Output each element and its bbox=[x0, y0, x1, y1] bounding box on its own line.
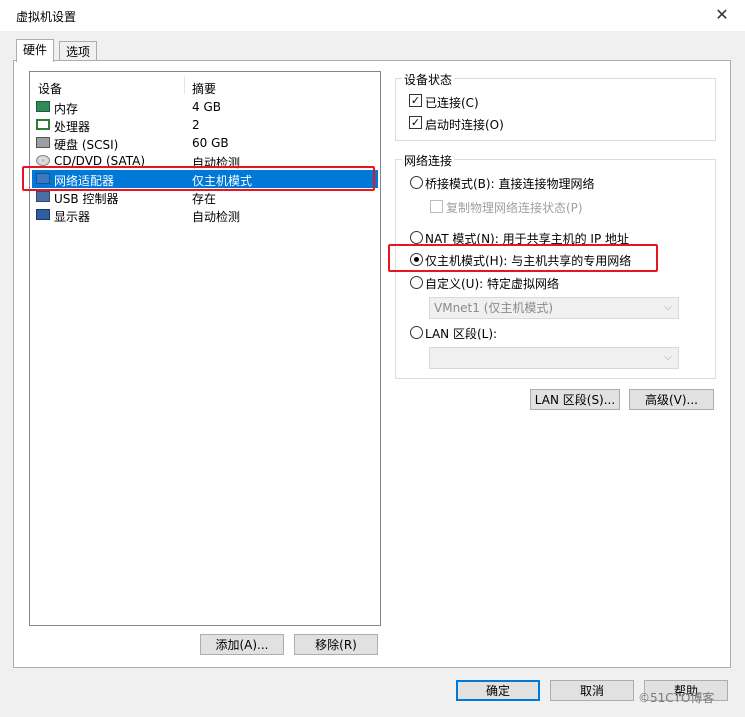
remove-button[interactable]: 移除(R) bbox=[294, 634, 378, 655]
connect-at-power-on-checkbox[interactable]: ✓ bbox=[409, 116, 422, 129]
device-summary: 自动检测 bbox=[192, 210, 241, 224]
add-button[interactable]: 添加(A)... bbox=[200, 634, 284, 655]
device-name: 内存 bbox=[54, 102, 79, 116]
replicate-state-label[interactable]: 复制物理网络连接状态(P) bbox=[446, 199, 583, 216]
window-title: 虚拟机设置 bbox=[16, 10, 77, 24]
connected-checkbox[interactable]: ✓ bbox=[409, 94, 422, 107]
lan-segment-label[interactable]: LAN 区段(L): bbox=[425, 325, 497, 342]
custom-radio[interactable] bbox=[410, 276, 423, 289]
lan-segment-select[interactable]: ⌵ bbox=[429, 347, 679, 369]
device-summary: 2 bbox=[192, 118, 200, 132]
network-connection-title: 网络连接 bbox=[402, 152, 455, 169]
tab-hardware[interactable]: 硬件 bbox=[16, 39, 55, 62]
device-status-title: 设备状态 bbox=[402, 71, 455, 88]
monitor-icon bbox=[36, 209, 50, 220]
tab-options[interactable]: 选项 bbox=[59, 41, 98, 62]
processor-icon bbox=[36, 119, 50, 130]
device-row-hard-disk[interactable]: 硬盘 (SCSI) 60 GB bbox=[32, 134, 378, 152]
lan-segment-radio[interactable] bbox=[410, 326, 423, 339]
device-column-header[interactable]: 设备 bbox=[38, 80, 62, 97]
device-summary: 60 GB bbox=[192, 136, 229, 150]
device-row-memory[interactable]: 内存 4 GB bbox=[32, 98, 378, 116]
device-name: 硬盘 (SCSI) bbox=[54, 138, 119, 152]
custom-label[interactable]: 自定义(U): 特定虚拟网络 bbox=[425, 275, 559, 292]
device-list[interactable]: 设备 摘要 内存 4 GB 处理器 2 硬盘 (SCSI) 60 GB CD/D… bbox=[29, 71, 381, 626]
bridged-label[interactable]: 桥接模式(B): 直接连接物理网络 bbox=[425, 175, 594, 192]
connected-label[interactable]: 已连接(C) bbox=[425, 94, 479, 111]
device-name: 显示器 bbox=[54, 210, 91, 224]
custom-network-value: VMnet1 (仅主机模式) bbox=[434, 301, 554, 315]
device-row-display[interactable]: 显示器 自动检测 bbox=[32, 206, 378, 224]
device-row-processor[interactable]: 处理器 2 bbox=[32, 116, 378, 134]
usb-icon bbox=[36, 191, 50, 202]
replicate-state-checkbox[interactable] bbox=[430, 200, 443, 213]
chevron-down-icon: ⌵ bbox=[664, 352, 672, 363]
lan-segments-button[interactable]: LAN 区段(S)... bbox=[530, 389, 620, 410]
advanced-button[interactable]: 高级(V)... bbox=[629, 389, 714, 410]
device-name: USB 控制器 bbox=[54, 192, 119, 206]
device-name: 处理器 bbox=[54, 120, 91, 134]
cancel-button[interactable]: 取消 bbox=[550, 680, 634, 701]
memory-icon bbox=[36, 101, 50, 112]
nat-radio[interactable] bbox=[410, 231, 423, 244]
chevron-down-icon: ⌵ bbox=[664, 302, 672, 313]
close-icon[interactable]: ✕ bbox=[712, 5, 732, 25]
connect-at-power-on-label[interactable]: 启动时连接(O) bbox=[425, 116, 504, 133]
annotation-highlight-network-adapter bbox=[22, 166, 375, 191]
bridged-radio[interactable] bbox=[410, 176, 423, 189]
title-bar bbox=[0, 0, 745, 31]
device-summary: 存在 bbox=[192, 192, 217, 206]
ok-button[interactable]: 确定 bbox=[456, 680, 540, 701]
watermark: ©51CTO博客 bbox=[638, 691, 715, 705]
column-divider[interactable] bbox=[184, 76, 185, 94]
device-summary: 4 GB bbox=[192, 100, 221, 114]
summary-column-header[interactable]: 摘要 bbox=[192, 80, 216, 97]
custom-network-select[interactable]: VMnet1 (仅主机模式) ⌵ bbox=[429, 297, 679, 319]
hard-disk-icon bbox=[36, 137, 50, 148]
cd-dvd-icon bbox=[36, 155, 50, 166]
annotation-highlight-host-only bbox=[388, 244, 658, 272]
